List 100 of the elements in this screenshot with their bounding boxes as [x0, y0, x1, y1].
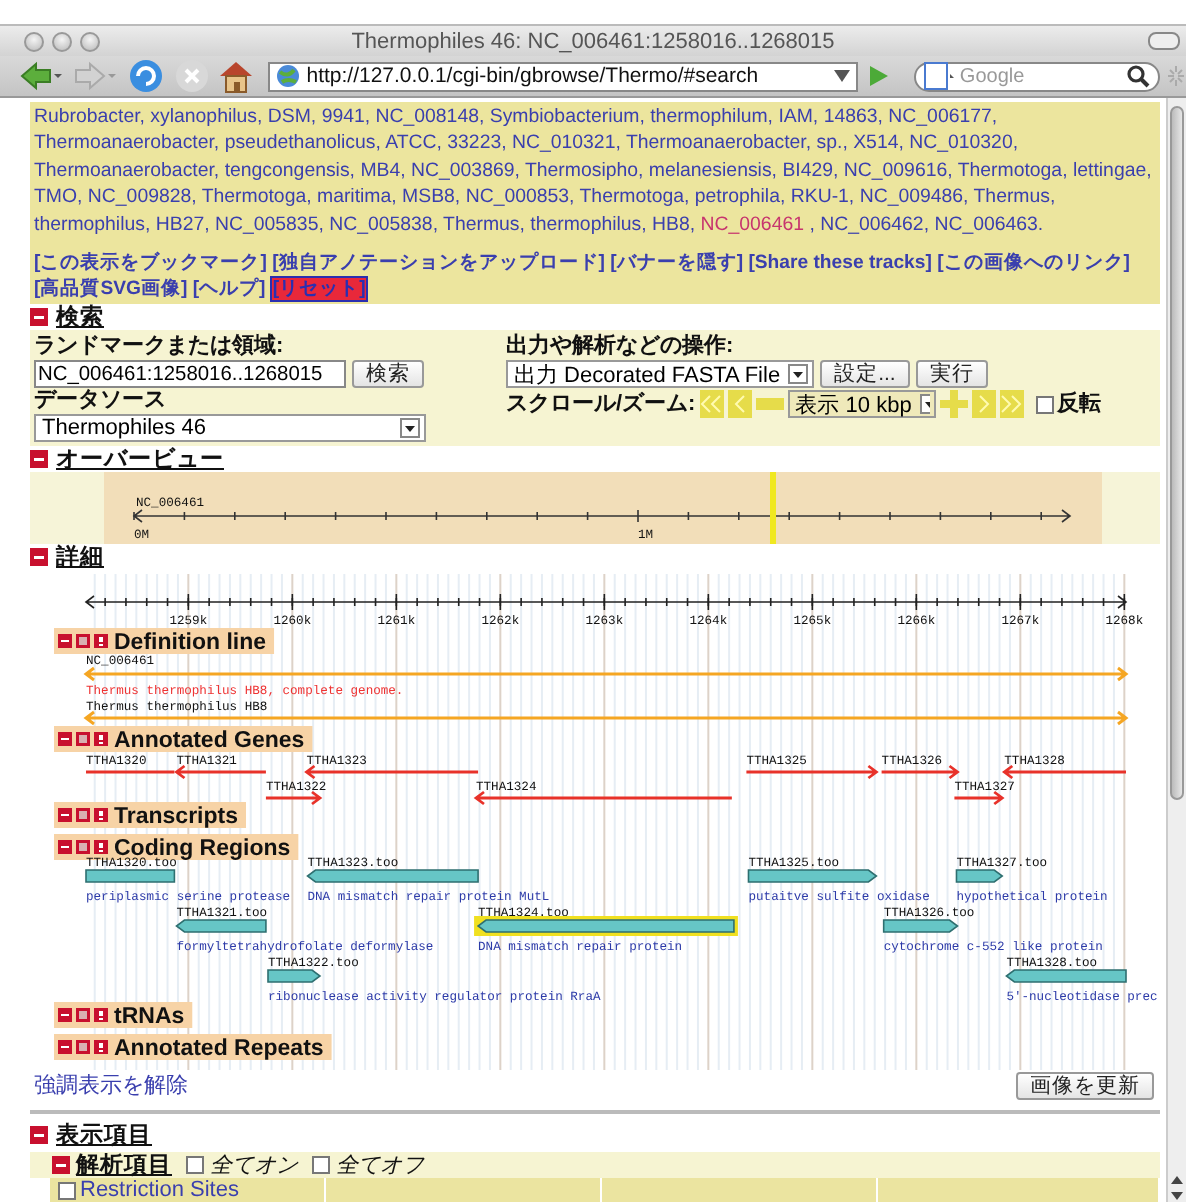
feature-bar[interactable] — [306, 869, 479, 883]
unhighlight-link[interactable]: 強調表示を解除 — [34, 1070, 188, 1101]
landmark-link[interactable]: Rubrobacter, — [34, 106, 145, 128]
landmark-link[interactable]: MSB8, — [402, 186, 461, 209]
scrollbar-thumb[interactable] — [1170, 106, 1184, 800]
feature-bar[interactable] — [1005, 969, 1127, 983]
share-icon[interactable] — [76, 840, 90, 855]
landmark-link[interactable]: 33223, — [447, 132, 507, 155]
landmark-link[interactable]: MB4, — [360, 159, 406, 182]
checkbox[interactable] — [1035, 395, 1054, 414]
home-icon[interactable] — [218, 58, 255, 94]
search-icon[interactable] — [1126, 64, 1151, 88]
landmark-link[interactable]: thermophilus, — [530, 213, 647, 236]
collapse-icon[interactable] — [30, 1126, 48, 1145]
address-field[interactable]: http://127.0.0.1/cgi-bin/gbrowse/Thermo/#search — [268, 61, 859, 91]
track-header[interactable]: Definition line — [54, 628, 275, 656]
output-select[interactable]: 出力 Decorated FASTA File — [506, 360, 815, 389]
landmark-link[interactable]: ATCC, — [385, 132, 442, 155]
help-icon[interactable] — [94, 808, 108, 823]
landmark-link[interactable]: NC_006461 — [700, 213, 804, 236]
checkbox[interactable] — [186, 1156, 204, 1175]
track-header[interactable]: Annotated Genes — [54, 726, 313, 754]
landmark-link[interactable]: NC_009828, — [87, 186, 197, 209]
banner-link[interactable]: [この表示をブックマーク] — [34, 252, 267, 275]
help-icon[interactable] — [94, 1040, 108, 1055]
update-image-button[interactable]: 画像を更新 — [1016, 1071, 1154, 1100]
landmark-link[interactable]: TMO, — [34, 186, 83, 209]
landmark-link[interactable]: BI429, — [782, 159, 839, 182]
collapse-icon[interactable] — [58, 840, 72, 855]
banner-link[interactable]: [高品質SVG画像] — [34, 278, 188, 301]
landmark-link[interactable]: X514, — [853, 132, 904, 155]
banner-link[interactable]: [Share these tracks] — [748, 252, 932, 275]
back-arrow-icon[interactable] — [20, 60, 64, 92]
landmark-link[interactable]: NC_010320, — [909, 132, 1019, 155]
section-title[interactable]: 検索 — [56, 302, 104, 333]
collapse-icon[interactable] — [58, 808, 72, 823]
gene-arrow[interactable] — [264, 790, 323, 806]
feature-bar[interactable] — [747, 869, 878, 883]
help-icon[interactable] — [94, 732, 108, 747]
collapse-icon[interactable] — [30, 450, 48, 469]
feature-bar[interactable] — [474, 916, 738, 937]
landmark-link[interactable]: Thermoanaerobacter, — [34, 132, 220, 155]
landmark-field[interactable]: NC_006461:1258016..1268015 — [34, 360, 346, 389]
landmark-link[interactable]: thermophilus, — [34, 213, 151, 236]
landmark-link[interactable]: 9941, — [321, 106, 371, 128]
landmark-link[interactable]: NC_003869, — [411, 159, 520, 182]
landmark-link[interactable]: pseudethanolicus, — [224, 132, 381, 155]
banner-link[interactable]: [ヘルプ] — [192, 278, 266, 301]
landmark-link[interactable]: NC_009616, — [843, 159, 953, 182]
landmark-link[interactable]: Thermus, — [443, 213, 525, 236]
close-button[interactable] — [24, 31, 44, 51]
toolbar-toggle-button[interactable] — [1148, 32, 1180, 50]
landmark-link[interactable]: maritima, — [317, 186, 397, 209]
minimize-button[interactable] — [52, 31, 72, 51]
landmark-link[interactable]: NC_009486, — [859, 186, 969, 209]
landmark-link[interactable]: Thermosipho, — [524, 159, 644, 182]
landmark-link[interactable]: , — [809, 213, 815, 236]
zoom-button[interactable] — [80, 31, 100, 51]
section-title[interactable]: 表示項目 — [56, 1120, 152, 1151]
landmark-link[interactable]: HB27, — [155, 213, 210, 236]
help-icon[interactable] — [94, 840, 108, 855]
collapse-icon[interactable] — [30, 308, 48, 327]
landmark-link[interactable]: sp., — [816, 132, 848, 155]
reload-icon[interactable] — [127, 58, 164, 94]
landmark-link[interactable]: melanesiensis, — [648, 159, 777, 182]
track-link[interactable]: Restriction Sites — [80, 1178, 239, 1202]
gene-arrow[interactable] — [880, 764, 960, 780]
position-marker[interactable] — [770, 472, 776, 545]
group-title[interactable]: 解析項目 — [76, 1150, 172, 1181]
collapse-icon[interactable] — [58, 634, 72, 649]
landmark-link[interactable]: 14863, — [823, 106, 883, 128]
landmark-link[interactable]: Thermotoga, — [201, 186, 312, 209]
banner-link[interactable]: [この画像へのリンク] — [937, 252, 1130, 275]
collapse-icon[interactable] — [58, 732, 72, 747]
feature-bar[interactable] — [882, 919, 959, 933]
gene-arrow[interactable] — [304, 764, 480, 780]
landmark-link[interactable]: NC_000853, — [465, 186, 575, 209]
track-header[interactable]: Annotated Repeats — [54, 1034, 332, 1062]
help-icon[interactable] — [94, 634, 108, 649]
section-title[interactable]: オーバービュー — [56, 444, 224, 475]
landmark-link[interactable]: NC_006462, — [820, 213, 930, 236]
share-icon[interactable] — [76, 732, 90, 747]
help-icon[interactable] — [94, 1008, 108, 1023]
scrollbar[interactable] — [1166, 98, 1186, 1202]
landmark-link[interactable]: IAM, — [778, 106, 819, 128]
banner-link[interactable]: [バナーを隠す] — [610, 252, 744, 275]
landmark-link[interactable]: NC_010321, — [512, 132, 621, 155]
landmark-link[interactable]: NC_008148, — [375, 106, 485, 128]
zoom-select[interactable]: 表示 10 kbp — [787, 390, 936, 419]
share-icon[interactable] — [76, 1040, 90, 1055]
landmark-link[interactable]: NC_005835, — [215, 213, 324, 236]
gene-arrow[interactable] — [1002, 764, 1128, 780]
landmark-link[interactable]: Thermus, — [973, 186, 1056, 209]
checkbox[interactable] — [312, 1156, 330, 1175]
landmark-link[interactable]: petrophila, — [694, 186, 786, 209]
run-button[interactable]: 実行 — [915, 360, 988, 389]
landmark-link[interactable]: HB8, — [652, 213, 696, 236]
landmark-link[interactable]: NC_006463. — [934, 213, 1044, 236]
search-button[interactable]: 検索 — [352, 360, 424, 389]
scroll-arrows-icon[interactable] — [1168, 1172, 1186, 1202]
